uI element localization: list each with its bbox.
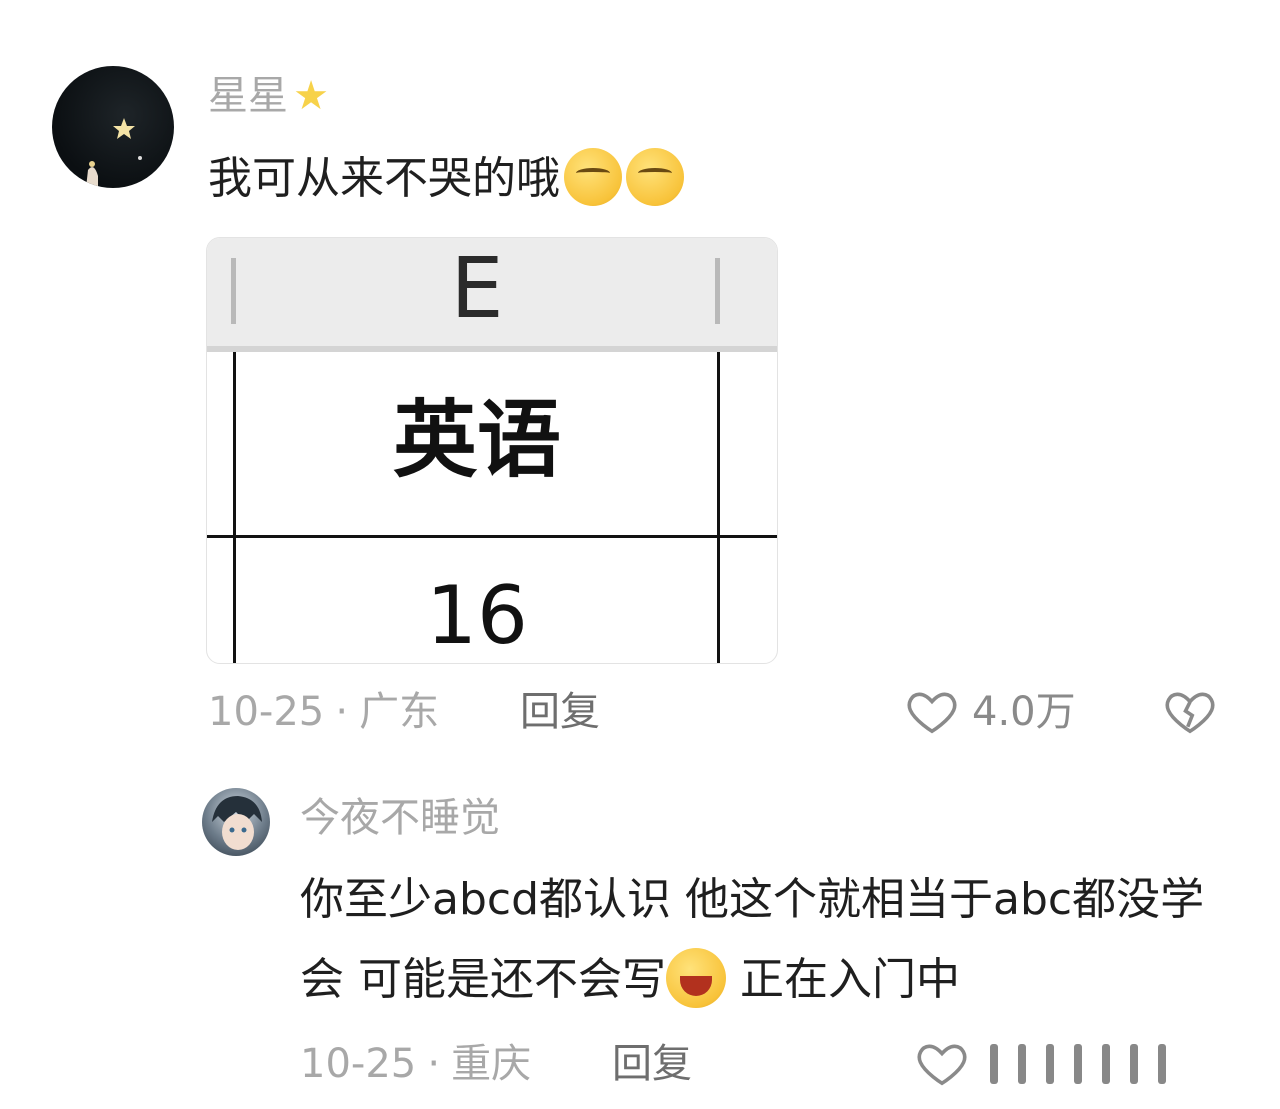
blur-bar [990, 1044, 998, 1084]
heart-icon [917, 1044, 967, 1086]
blur-bar [1018, 1044, 1026, 1084]
meta-separator: · [335, 689, 349, 735]
blur-bar [1130, 1044, 1138, 1084]
column-header: E [207, 238, 777, 352]
reply-username[interactable]: 今夜不睡觉 [300, 798, 500, 838]
reply-text: 你至少abcd都认识 他这个就相当于abc都没学会 可能是还不会写 正在入门中 [300, 860, 1240, 1020]
reply-reply-button[interactable]: 回复 [612, 1044, 692, 1084]
obscured-count [990, 1044, 1186, 1088]
cell-value: 16 [426, 569, 528, 662]
username[interactable]: 星星 [208, 73, 288, 119]
blur-bar [1102, 1044, 1110, 1084]
blur-bar [1158, 1044, 1166, 1084]
smirk-emoji-icon [564, 148, 622, 206]
blur-bar [1074, 1044, 1082, 1084]
comment-location: 广东 [359, 689, 440, 735]
laugh-cry-emoji-icon [666, 948, 726, 1008]
meta-separator: · [427, 1041, 441, 1087]
reply-meta: 10-25 · 重庆 [300, 1044, 531, 1084]
grid-line [207, 535, 777, 538]
reply-like-button[interactable] [914, 1036, 970, 1094]
attached-image[interactable]: E 英语 16 [206, 237, 778, 664]
comment-meta: 10-25 · 广东 [208, 692, 439, 732]
heart-icon [907, 692, 957, 734]
broken-heart-icon [1165, 692, 1215, 734]
reply-date: 10-25 [300, 1041, 417, 1087]
comment-text: 我可从来不哭的哦 [208, 148, 684, 210]
reply-avatar-image [212, 796, 262, 850]
dislike-button[interactable] [1162, 684, 1218, 742]
smirk-emoji-icon [626, 148, 684, 206]
cell-label: 英语 [392, 391, 561, 489]
reply-location: 重庆 [451, 1041, 532, 1087]
reply-button[interactable]: 回复 [520, 692, 600, 732]
comment-date: 10-25 [208, 689, 325, 735]
reply-body-end: 正在入门中 [726, 954, 960, 1005]
like-count: 4.0万 [972, 689, 1076, 735]
avatar[interactable] [52, 66, 174, 188]
avatar-star-icon [86, 118, 142, 188]
comment-body: 我可从来不哭的哦 [208, 153, 560, 204]
star-icon: ★ [293, 73, 329, 119]
blur-bar [1046, 1044, 1054, 1084]
reply-avatar[interactable] [202, 788, 270, 856]
column-letter: E [450, 239, 504, 337]
like-button[interactable] [904, 684, 960, 742]
